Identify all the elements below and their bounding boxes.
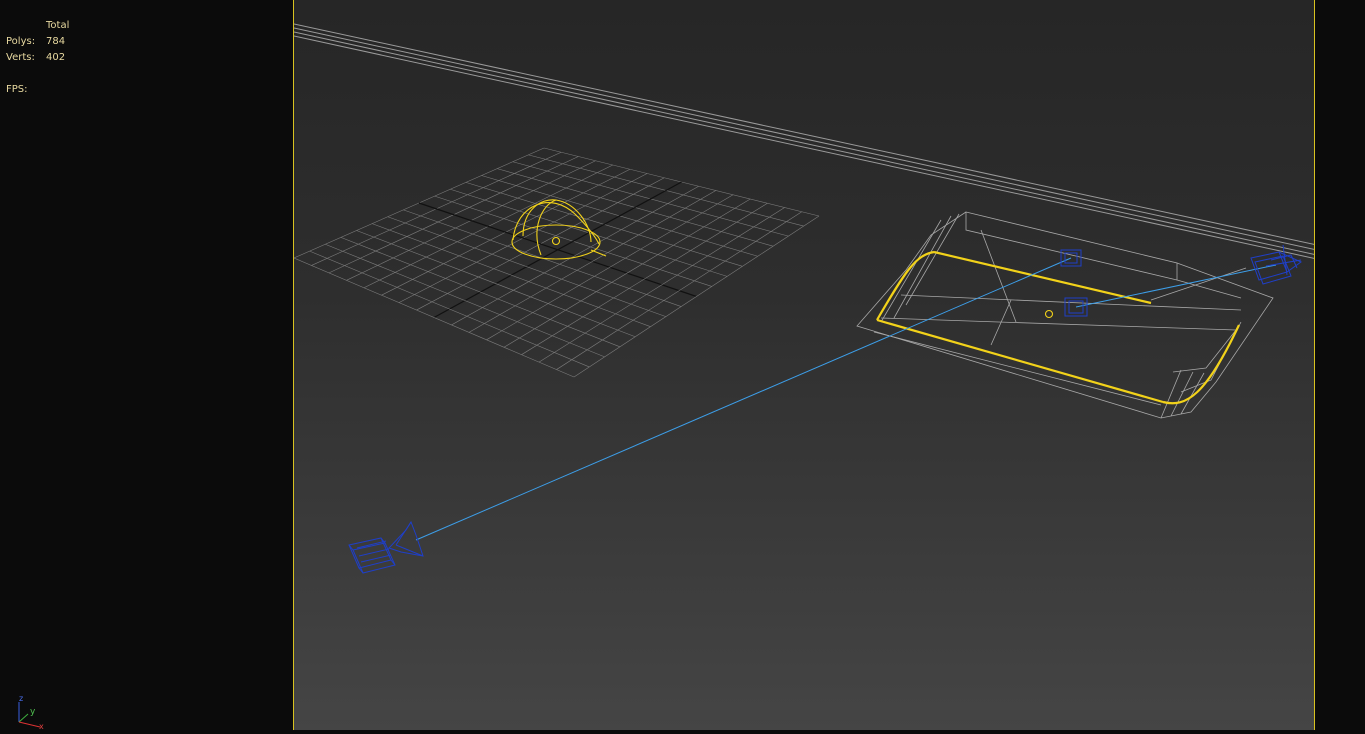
grid-line — [387, 216, 666, 317]
home-grid — [294, 147, 820, 378]
selected-object-outline[interactable] — [876, 250, 1240, 405]
grid-line — [325, 243, 605, 358]
axis-tripod-icon: z y x — [10, 692, 50, 731]
grid-line — [486, 194, 734, 341]
polys-value: 784 — [46, 36, 66, 47]
polys-label: Polys: — [6, 36, 36, 47]
axis-z-label: z — [19, 694, 23, 703]
grid-line — [356, 230, 636, 338]
grid-line — [309, 250, 590, 368]
perspective-viewport[interactable] — [293, 0, 1315, 730]
camera-target-line — [415, 257, 1072, 541]
grid-line — [503, 198, 751, 348]
grid-line — [521, 202, 768, 355]
stats-polys-row: Polys: 784 — [6, 34, 69, 50]
fps-label: FPS: — [6, 84, 28, 95]
viewport-scene[interactable] — [294, 0, 1315, 730]
stats-verts-row: Verts: 402 — [6, 50, 69, 66]
grid-line — [573, 215, 820, 378]
spotlight-icon[interactable] — [1250, 244, 1302, 285]
light-target-line — [1075, 264, 1277, 308]
stats-fps-row: FPS: — [6, 82, 69, 98]
axis-x-label: x — [39, 722, 44, 730]
stats-total-header: Total — [46, 20, 70, 31]
grid-line — [418, 202, 697, 298]
verts-label: Verts: — [6, 52, 35, 63]
right-panel — [1315, 0, 1365, 730]
camera-icon[interactable] — [348, 520, 424, 574]
axis-y-label: y — [30, 707, 36, 717]
object-pivot-icon — [1044, 309, 1054, 319]
grid-line — [538, 207, 785, 363]
toolbar-strip — [0, 0, 293, 3]
verts-value: 402 — [46, 52, 66, 63]
stats-panel: Total Polys: 784 Verts: 402 FPS: z y x — [0, 0, 293, 731]
grid-line — [294, 257, 575, 378]
wall-rail-lines — [294, 23, 1314, 259]
viewport-statistics: Total Polys: 784 Verts: 402 FPS: — [6, 18, 69, 98]
